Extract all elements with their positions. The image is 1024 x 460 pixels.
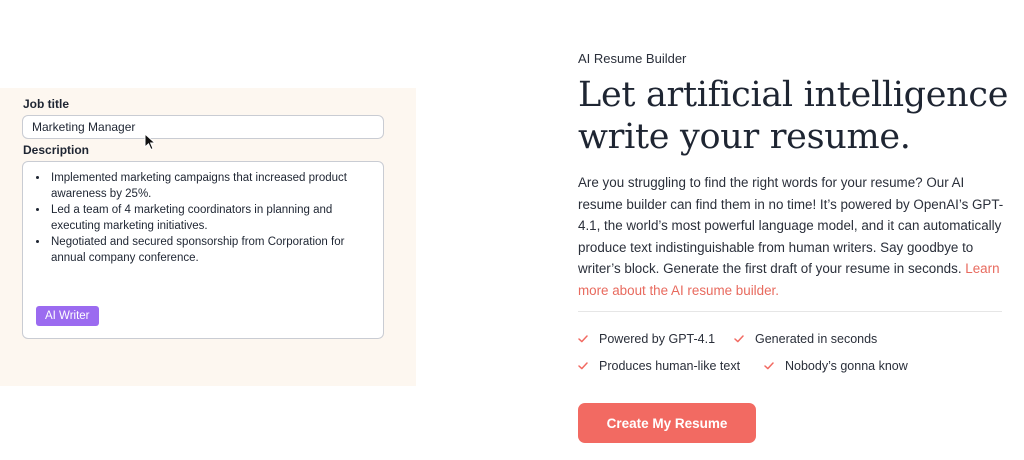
description-item: Negotiated and secured sponsorship from …: [49, 234, 373, 266]
description-item: Implemented marketing campaigns that inc…: [49, 170, 373, 202]
description-item: Led a team of 4 marketing coordinators i…: [49, 202, 373, 234]
feature-item: Powered by GPT-4.1: [578, 332, 715, 346]
feature-label: Nobody’s gonna know: [785, 359, 908, 373]
feature-item: Generated in seconds: [734, 332, 877, 346]
page: Job title Description Implemented market…: [0, 0, 1024, 460]
divider: [578, 311, 1002, 312]
check-icon: [578, 362, 588, 370]
create-resume-button[interactable]: Create My Resume: [578, 403, 756, 443]
description-list: Implemented marketing campaigns that inc…: [23, 162, 383, 266]
check-icon: [734, 335, 744, 343]
feature-label: Produces human-like text: [599, 359, 741, 373]
resume-editor-demo: Job title Description Implemented market…: [0, 88, 416, 386]
job-title-input[interactable]: [22, 115, 384, 139]
check-icon: [578, 335, 588, 343]
mouse-cursor-icon: [144, 133, 157, 151]
hero-description-text: Are you struggling to find the right wor…: [578, 175, 1004, 277]
feature-label: Powered by GPT-4.1: [599, 332, 716, 346]
eyebrow-label: AI Resume Builder: [578, 51, 687, 66]
feature-item: Produces human-like text: [578, 359, 740, 373]
feature-item: Nobody’s gonna know: [764, 359, 908, 373]
check-icon: [764, 362, 774, 370]
page-title: Let artificial intelligence write your r…: [578, 75, 1009, 157]
feature-label: Generated in seconds: [755, 332, 878, 346]
hero-description: Are you struggling to find the right wor…: [578, 172, 1008, 302]
description-textarea[interactable]: Implemented marketing campaigns that inc…: [22, 161, 384, 339]
job-title-label: Job title: [23, 97, 70, 111]
ai-writer-button[interactable]: AI Writer: [36, 306, 99, 326]
description-label: Description: [23, 143, 90, 157]
